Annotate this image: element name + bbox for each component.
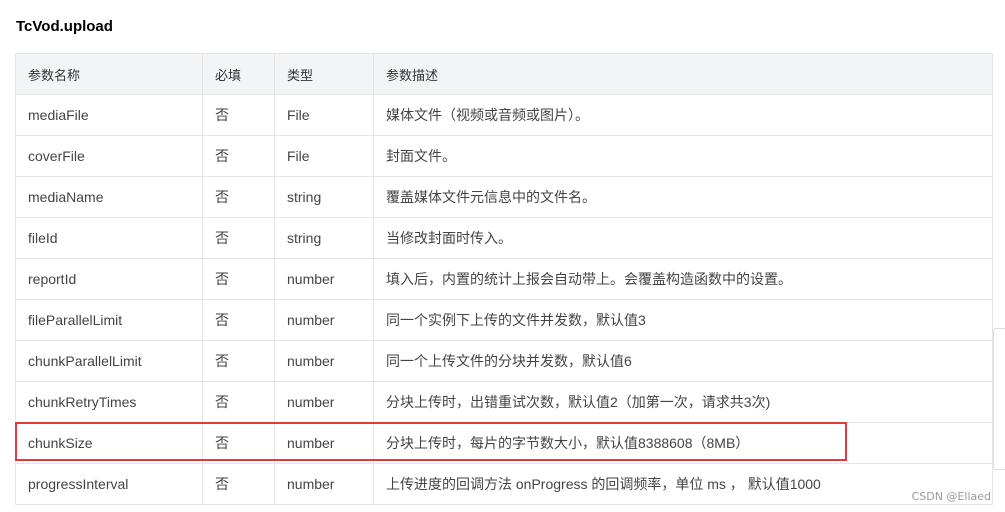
cell-type: number: [274, 422, 374, 464]
cell-type: number: [274, 463, 374, 505]
table-row: mediaName 否 string 覆盖媒体文件元信息中的文件名。: [15, 176, 993, 218]
cell-description: 上传进度的回调方法 onProgress 的回调频率，单位 ms ， 默认值10…: [373, 463, 993, 505]
cell-param-name: mediaName: [15, 176, 203, 218]
cell-type: number: [274, 340, 374, 382]
cell-type: number: [274, 299, 374, 341]
cell-required: 否: [202, 94, 275, 136]
table-row: chunkRetryTimes 否 number 分块上传时，出错重试次数，默认…: [15, 381, 993, 423]
cell-type: File: [274, 135, 374, 177]
table-row: mediaFile 否 File 媒体文件（视频或音频或图片）。: [15, 94, 993, 136]
table-row: reportId 否 number 填入后，内置的统计上报会自动带上。会覆盖构造…: [15, 258, 993, 300]
cell-param-name: coverFile: [15, 135, 203, 177]
cell-required: 否: [202, 422, 275, 464]
cell-required: 否: [202, 340, 275, 382]
header-type: 类型: [274, 53, 374, 95]
cell-required: 否: [202, 299, 275, 341]
header-description: 参数描述: [373, 53, 993, 95]
cell-required: 否: [202, 258, 275, 300]
side-scroll-handle[interactable]: [993, 328, 1005, 470]
cell-param-name: chunkSize: [15, 422, 203, 464]
cell-param-name: chunkRetryTimes: [15, 381, 203, 423]
cell-description: 媒体文件（视频或音频或图片）。: [373, 94, 993, 136]
cell-param-name: progressInterval: [15, 463, 203, 505]
cell-description: 同一个实例下上传的文件并发数，默认值3: [373, 299, 993, 341]
cell-type: File: [274, 94, 374, 136]
cell-param-name: reportId: [15, 258, 203, 300]
cell-type: string: [274, 217, 374, 259]
cell-required: 否: [202, 217, 275, 259]
header-required: 必填: [202, 53, 275, 95]
cell-description: 封面文件。: [373, 135, 993, 177]
cell-description: 分块上传时，出错重试次数，默认值2（加第一次，请求共3次): [373, 381, 993, 423]
table-row-highlighted: chunkSize 否 number 分块上传时，每片的字节数大小，默认值838…: [15, 422, 993, 464]
header-param-name: 参数名称: [15, 53, 203, 95]
cell-param-name: chunkParallelLimit: [15, 340, 203, 382]
table-row: chunkParallelLimit 否 number 同一个上传文件的分块并发…: [15, 340, 993, 382]
cell-required: 否: [202, 381, 275, 423]
cell-required: 否: [202, 135, 275, 177]
cell-param-name: mediaFile: [15, 94, 203, 136]
table-row: progressInterval 否 number 上传进度的回调方法 onPr…: [15, 463, 993, 505]
table-header-row: 参数名称 必填 类型 参数描述: [15, 53, 993, 95]
cell-required: 否: [202, 176, 275, 218]
cell-required: 否: [202, 463, 275, 505]
watermark: CSDN @Ellaed: [911, 490, 991, 503]
cell-param-name: fileId: [15, 217, 203, 259]
table-row: coverFile 否 File 封面文件。: [15, 135, 993, 177]
table-row: fileId 否 string 当修改封面时传入。: [15, 217, 993, 259]
cell-type: number: [274, 381, 374, 423]
section-title: TcVod.upload: [16, 18, 113, 35]
cell-description: 分块上传时，每片的字节数大小，默认值8388608（8MB）: [373, 422, 993, 464]
cell-type: number: [274, 258, 374, 300]
document-page: TcVod.upload 参数名称 必填 类型 参数描述 mediaFile 否…: [0, 0, 1005, 512]
params-table: 参数名称 必填 类型 参数描述 mediaFile 否 File 媒体文件（视频…: [15, 53, 993, 505]
cell-param-name: fileParallelLimit: [15, 299, 203, 341]
table-row: fileParallelLimit 否 number 同一个实例下上传的文件并发…: [15, 299, 993, 341]
cell-description: 当修改封面时传入。: [373, 217, 993, 259]
cell-description: 覆盖媒体文件元信息中的文件名。: [373, 176, 993, 218]
cell-description: 同一个上传文件的分块并发数，默认值6: [373, 340, 993, 382]
cell-type: string: [274, 176, 374, 218]
cell-description: 填入后，内置的统计上报会自动带上。会覆盖构造函数中的设置。: [373, 258, 993, 300]
